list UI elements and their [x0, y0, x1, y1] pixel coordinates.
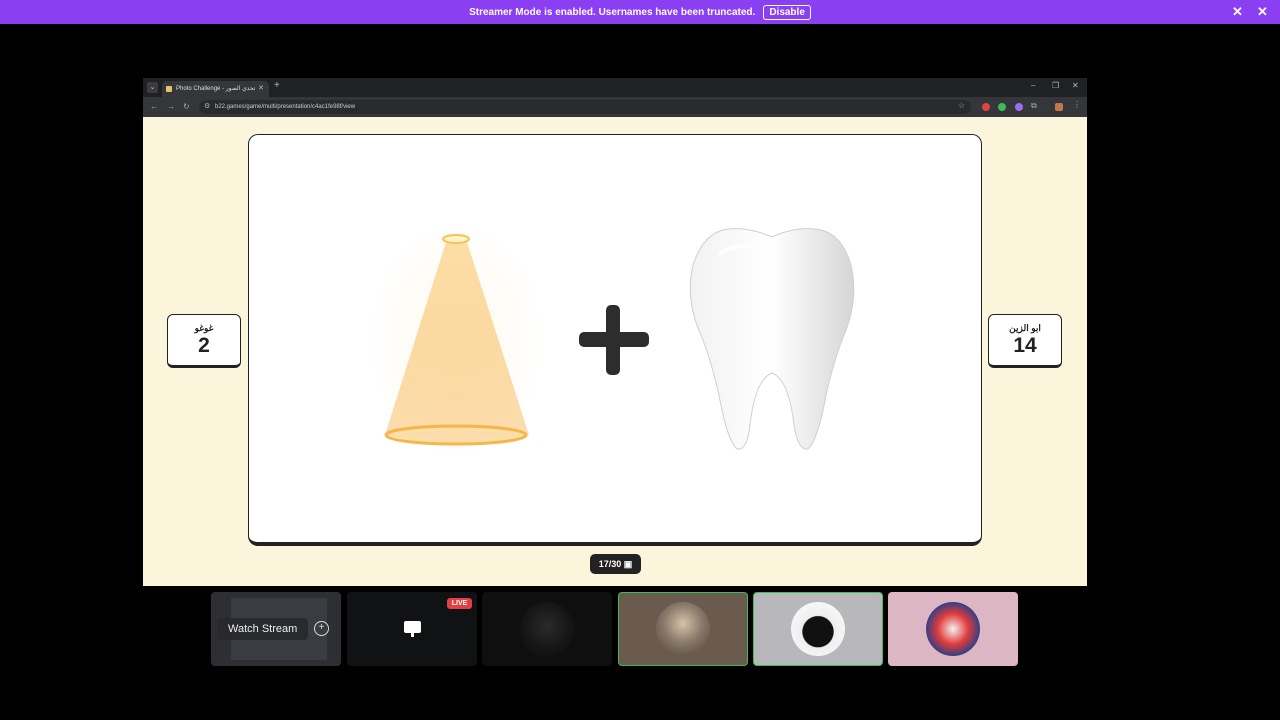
minimize-icon[interactable]: –: [1031, 81, 1035, 90]
browser-tab[interactable]: Photo Challenge - تحدي الصور ✕: [162, 81, 269, 97]
favicon-icon: [166, 86, 172, 92]
menu-icon[interactable]: ⋮: [1073, 100, 1081, 109]
tooth-icon: [689, 228, 855, 450]
image-icon: ▣: [623, 559, 633, 569]
profile-icon[interactable]: [1055, 103, 1063, 111]
participant-tile-speaking[interactable]: [618, 592, 748, 666]
counter-text: 17/30: [598, 559, 622, 569]
reload-icon[interactable]: ↻: [183, 102, 190, 111]
zoom-in-icon[interactable]: +: [314, 621, 329, 636]
extension-purple-icon[interactable]: [1015, 103, 1023, 111]
streamer-mode-banner: Streamer Mode is enabled. Usernames have…: [0, 0, 1280, 24]
left-score-card: غوغو 2: [167, 314, 241, 368]
participant-tile[interactable]: [888, 592, 1018, 666]
avatar: [926, 602, 980, 656]
avatar: [791, 602, 845, 656]
back-icon[interactable]: ←: [150, 102, 158, 111]
monitor-stand: [411, 633, 414, 637]
extension-red-icon[interactable]: [982, 103, 990, 111]
right-score-card: ابو الزين 14: [988, 314, 1062, 368]
live-badge: LIVE: [447, 598, 472, 609]
tab-title: Photo Challenge - تحدي الصور: [176, 86, 256, 92]
screen-share-tile[interactable]: LIVE: [347, 592, 477, 666]
left-player-name: غوغو: [194, 323, 214, 333]
tab-search-icon[interactable]: ⌄: [147, 82, 158, 93]
bookmark-star-icon[interactable]: ☆: [958, 101, 965, 110]
watch-stream-button[interactable]: Watch Stream: [217, 618, 309, 640]
site-info-icon[interactable]: ⚙: [204, 100, 210, 114]
banner-message: Streamer Mode is enabled. Usernames have…: [469, 6, 756, 18]
close-icon[interactable]: ✕: [1257, 4, 1268, 20]
url-text: b22.games/game/multi/presentation/c4ac1f…: [215, 104, 356, 110]
watch-stream-tile[interactable]: Watch Stream +: [211, 592, 341, 666]
close-banner-icon[interactable]: ✕: [1232, 4, 1243, 20]
participant-tile[interactable]: [482, 592, 612, 666]
participant-tile-speaking[interactable]: [753, 592, 883, 666]
monitor-icon: [404, 621, 421, 633]
new-tab-icon[interactable]: +: [274, 80, 280, 91]
extensions-icon[interactable]: ⧉: [1031, 101, 1037, 111]
puzzle-card: [248, 134, 982, 546]
right-player-score: 14: [1013, 334, 1037, 357]
avatar: [520, 602, 574, 656]
address-bar[interactable]: ⚙ b22.games/game/multi/presentation/c4ac…: [199, 100, 971, 114]
restore-icon[interactable]: ❐: [1052, 81, 1059, 90]
tab-close-icon[interactable]: ✕: [258, 81, 264, 97]
window-close-icon[interactable]: ✕: [1072, 81, 1079, 90]
plus-icon: [579, 305, 649, 375]
game-page: غوغو 2 ابو الزين 14 17/30 ▣: [143, 117, 1087, 586]
forward-icon[interactable]: →: [167, 102, 175, 111]
spotlight-icon: [369, 220, 544, 460]
browser-toolbar: ← → ↻ ⚙ b22.games/game/multi/presentatio…: [143, 97, 1087, 117]
extension-green-icon[interactable]: [998, 103, 1006, 111]
avatar: [656, 602, 710, 656]
stream-view: ⌄ Photo Challenge - تحدي الصور ✕ + – ❐ ✕…: [143, 78, 1087, 586]
left-player-score: 2: [198, 334, 210, 357]
right-player-name: ابو الزين: [1009, 323, 1041, 333]
disable-button[interactable]: Disable: [763, 4, 811, 20]
browser-tab-bar: ⌄ Photo Challenge - تحدي الصور ✕ + – ❐ ✕: [143, 78, 1087, 97]
question-counter: 17/30 ▣: [590, 554, 641, 574]
puzzle-images: [369, 220, 855, 460]
